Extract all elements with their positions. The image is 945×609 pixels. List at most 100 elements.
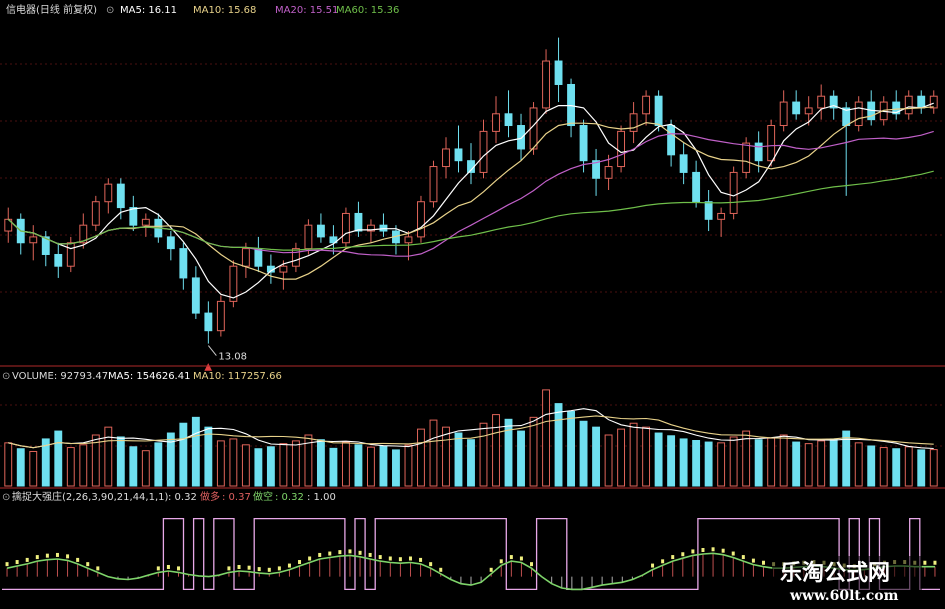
volume-bar [867, 445, 876, 487]
volume-bar [417, 428, 425, 487]
indicator-dot [671, 555, 675, 560]
candle-body [429, 166, 438, 203]
indicator-header: ⊙ 擒捉大强庄(2,26,3,90,21,44,1,1) : 0.32 做多 :… [2, 490, 336, 503]
volume-bar [879, 447, 888, 487]
candle-body [104, 183, 113, 203]
candle-body [517, 125, 525, 150]
volume-bar [554, 403, 563, 487]
volume-bar [454, 432, 463, 487]
volume-bar [179, 422, 188, 487]
volume-bar [66, 447, 75, 487]
volume-bar [204, 426, 213, 487]
candle-body [304, 224, 313, 250]
volume-ma5-label: MA5: 154626.41 [108, 371, 190, 382]
candle-body [767, 125, 776, 162]
candle-body [742, 142, 751, 173]
volume-bar [767, 437, 776, 487]
volume-bar [579, 420, 588, 487]
indicator-dot [419, 557, 423, 562]
candle-body [904, 95, 913, 115]
volume-ma10-label: MA10: 117257.66 [193, 371, 282, 382]
volume-bar [266, 446, 275, 487]
volume-bar [154, 442, 163, 487]
ma60-label: MA60: 15.36 [336, 5, 399, 16]
volume-bar [804, 443, 813, 487]
watermark-url: www.60lt.com [789, 588, 899, 604]
volume-bar [629, 422, 638, 487]
candle-body [66, 242, 75, 267]
volume-gear-icon[interactable]: ⊙ [2, 371, 10, 382]
indicator-dot [227, 566, 231, 571]
volume-bar [592, 426, 601, 487]
indicator-dot [378, 555, 382, 560]
indicator-dot [388, 556, 392, 561]
indicator-dot [287, 563, 291, 568]
candle-body [341, 212, 350, 244]
candle-body [279, 265, 288, 273]
candle-body [204, 312, 213, 332]
stock-chart: 信电器(日线 前复权) ⊙ MA5: 16.11 MA10: 15.68 MA2… [0, 0, 945, 609]
short-label: 做空 [253, 490, 273, 503]
indicator-dot [661, 559, 665, 564]
candle-body [617, 130, 626, 168]
volume-bar [29, 450, 38, 487]
indicator-dot [156, 566, 160, 571]
volume-bar [617, 428, 626, 487]
indicator-dot [348, 549, 352, 554]
volume-label: VOLUME: 92793.47 [12, 371, 108, 382]
candle-body [442, 148, 450, 168]
volume-bar [704, 441, 713, 487]
candle-body [129, 207, 138, 226]
volume-bar [104, 426, 113, 487]
indicator-name: 擒捉大强庄(2,26,3,90,21,44,1,1) [12, 490, 168, 503]
long-value: : 0.37 [222, 492, 251, 503]
indicator-dot [5, 562, 9, 567]
indicator-dot [166, 564, 170, 569]
watermark-brand: 乐淘公式网 [780, 560, 890, 586]
gear-icon[interactable]: ⊙ [106, 5, 114, 16]
candle-body [779, 101, 788, 127]
volume-bar [229, 438, 238, 487]
indicator-dot [761, 560, 765, 565]
indicator-dot [277, 566, 281, 571]
volume-bar [316, 439, 325, 487]
volume-bar [642, 426, 651, 487]
volume-bar [254, 448, 263, 487]
indicator-dot [298, 560, 302, 565]
indicator-dot [509, 555, 513, 560]
low-price-label: 13.08 [218, 352, 247, 363]
candle-body [254, 248, 263, 267]
indicator-gear-icon[interactable]: ⊙ [2, 492, 10, 503]
indicator-dot [267, 567, 271, 572]
candle-body [417, 201, 425, 238]
indicator-dot [408, 556, 412, 561]
watermark: 乐淘公式网 www.60lt.com [772, 556, 922, 606]
volume-bar [392, 449, 400, 487]
candle-body [141, 218, 150, 226]
candle-body [479, 130, 488, 173]
volume-bar [4, 442, 13, 487]
indicator-dot [519, 556, 523, 561]
indicator-dot [499, 559, 503, 564]
indicator-dot [308, 556, 312, 561]
candle-body [704, 201, 713, 220]
volume-bar [692, 439, 701, 487]
volume-bar [191, 416, 200, 487]
volume-bar [367, 446, 375, 487]
ma10-label: MA10: 15.68 [193, 5, 256, 16]
volume-bar [16, 448, 25, 487]
candle-body [54, 253, 63, 267]
volume-bar [241, 444, 250, 487]
candle-body [166, 236, 175, 250]
volume-bar [479, 422, 488, 487]
volume-bar [792, 441, 801, 487]
volume-bar [654, 432, 663, 487]
volume-bar [129, 446, 138, 487]
candle-body [316, 224, 325, 238]
indicator-dot [439, 567, 443, 572]
volume-bar [79, 444, 88, 487]
indicator-dot [530, 562, 534, 567]
volume-bar [279, 443, 288, 487]
indicator-dot [25, 557, 29, 562]
indicator-dot [368, 552, 372, 557]
